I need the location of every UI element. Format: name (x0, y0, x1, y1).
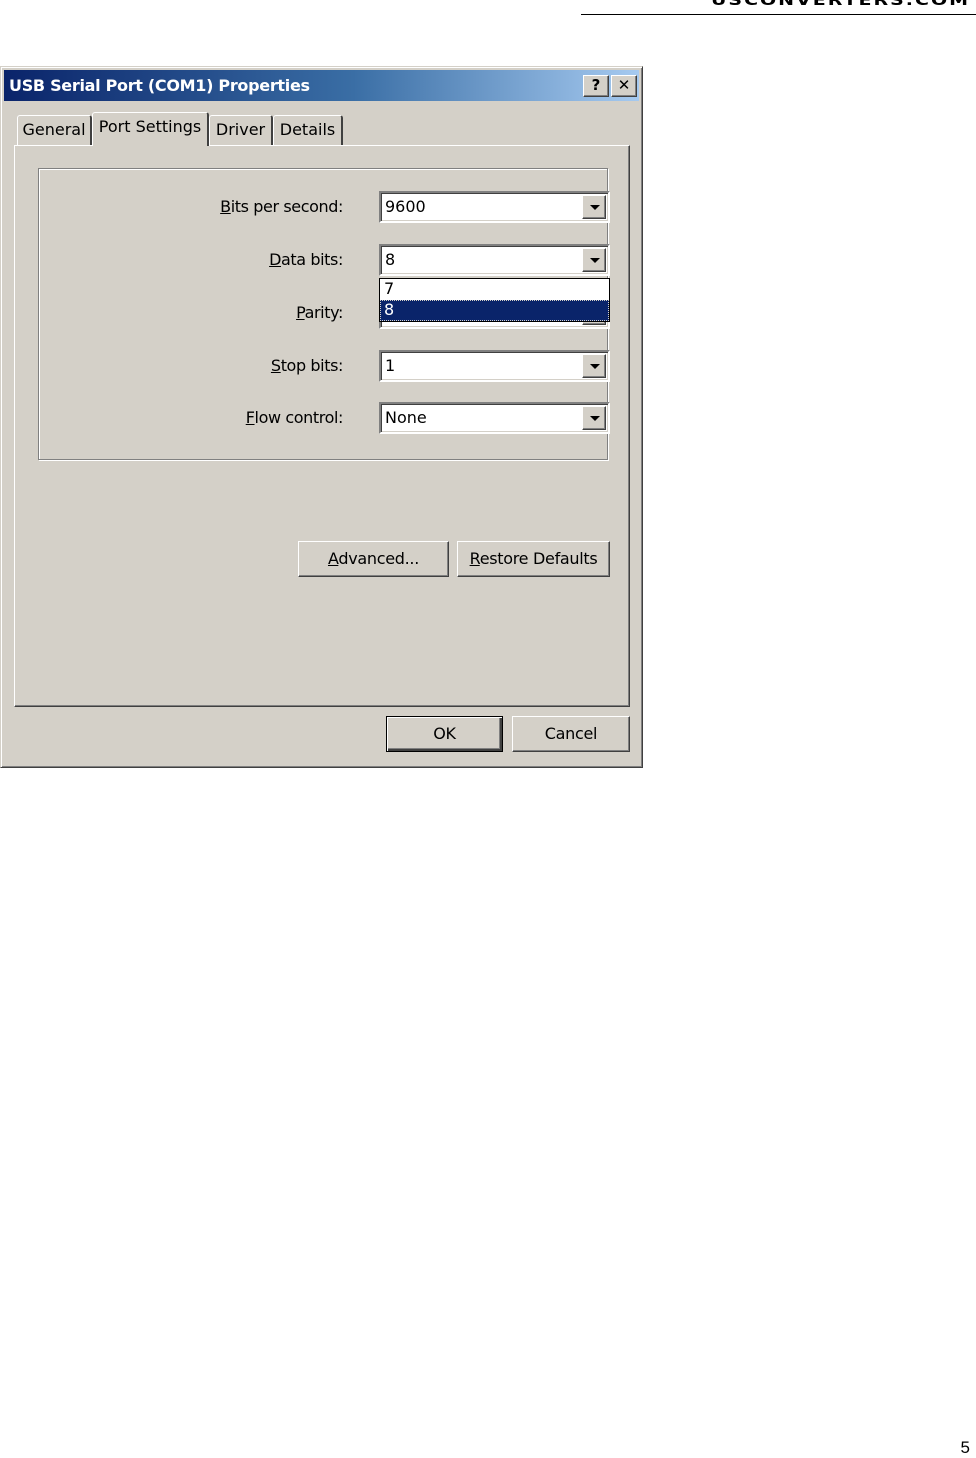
restore-defaults-button[interactable]: Restore Defaults (457, 541, 610, 577)
data-bits-label: Data bits: (269, 250, 343, 269)
help-button[interactable]: ? (583, 75, 609, 97)
title-bar[interactable]: USB Serial Port (COM1) Properties ? ✕ (4, 70, 639, 101)
tab-port-settings[interactable]: Port Settings (92, 112, 209, 146)
tab-driver[interactable]: Driver (209, 115, 273, 145)
flow-control-select[interactable]: None (379, 402, 610, 434)
doc-brand: USCONVERTERS.COM (710, 0, 970, 9)
chevron-down-icon[interactable] (582, 354, 606, 378)
stop-bits-value: 1 (385, 356, 396, 375)
data-bits-value: 8 (385, 250, 396, 269)
bits-per-second-label: Bits per second: (220, 197, 343, 216)
close-button[interactable]: ✕ (611, 75, 637, 97)
ok-button[interactable]: OK (386, 716, 503, 752)
cancel-button[interactable]: Cancel (512, 716, 630, 752)
chevron-down-icon[interactable] (582, 248, 606, 272)
data-bits-dropdown-list: 7 8 (379, 278, 610, 322)
properties-dialog: USB Serial Port (COM1) Properties ? ✕ Ge… (0, 66, 643, 768)
parity-label: Parity: (296, 303, 343, 322)
tab-details[interactable]: Details (273, 115, 343, 145)
dropdown-option-8[interactable]: 8 (380, 300, 609, 321)
tab-label: Port Settings (98, 117, 202, 136)
settings-group: Bits per second: 9600 Data bits: 8 7 8 P… (38, 168, 610, 460)
stop-bits-select[interactable]: 1 (379, 350, 610, 382)
flow-control-label: Flow control: (245, 408, 344, 427)
tab-label: Details (279, 120, 336, 139)
bits-per-second-value: 9600 (385, 197, 426, 216)
port-settings-panel: Bits per second: 9600 Data bits: 8 7 8 P… (14, 145, 630, 707)
stop-bits-label: Stop bits: (270, 356, 343, 375)
tab-label: General (22, 120, 86, 139)
data-bits-select[interactable]: 8 (379, 244, 610, 276)
tab-label: Driver (215, 120, 266, 139)
tab-general[interactable]: General (17, 115, 92, 145)
advanced-button[interactable]: Advanced... (298, 541, 449, 577)
chevron-down-icon[interactable] (582, 406, 606, 430)
dialog-title: USB Serial Port (COM1) Properties (9, 76, 310, 95)
doc-header-rule (581, 14, 976, 15)
bits-per-second-select[interactable]: 9600 (379, 191, 610, 223)
chevron-down-icon[interactable] (582, 195, 606, 219)
flow-control-value: None (385, 408, 427, 427)
dropdown-option-7[interactable]: 7 (380, 279, 609, 300)
page-number: 5 (960, 1438, 970, 1457)
close-icon: ✕ (617, 76, 631, 94)
